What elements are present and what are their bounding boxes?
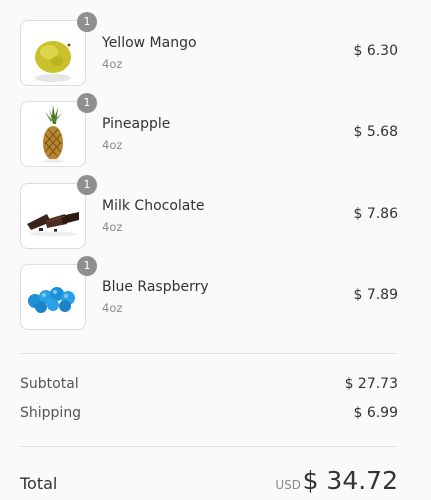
product-variant: 4oz: [102, 301, 123, 315]
product-price: $ 5.68: [353, 124, 398, 140]
chocolate-image: [27, 212, 79, 237]
divider: [20, 446, 398, 447]
product-variant: 4oz: [102, 138, 123, 152]
product-price: $ 6.30: [353, 43, 398, 59]
currency-code: USD: [275, 478, 301, 492]
line-item: 1 Yellow Mango 4oz $ 6.30: [20, 12, 398, 86]
product-thumbnail: [20, 20, 86, 86]
subtotal-value: $ 27.73: [344, 376, 398, 392]
total-row: Total USD $ 34.72: [20, 466, 398, 500]
product-price: $ 7.86: [353, 206, 398, 222]
quantity-badge: 1: [77, 175, 97, 195]
raspberry-image: [28, 287, 75, 313]
line-item: 1 Pineapple 4oz $ 5.68: [20, 93, 398, 167]
product-name: Pineapple: [102, 116, 171, 132]
product-name: Blue Raspberry: [102, 279, 209, 295]
total-value: $ 34.72: [302, 466, 398, 495]
shipping-label: Shipping: [20, 405, 82, 421]
quantity-badge: 1: [77, 12, 97, 32]
product-name: Milk Chocolate: [102, 198, 205, 214]
line-item: 1 Blue Raspberry 4oz $ 7.89: [20, 256, 398, 330]
product-thumbnail: [20, 101, 86, 167]
product-thumbnail: [20, 183, 86, 249]
subtotal-label: Subtotal: [20, 376, 79, 392]
subtotal-row: Subtotal $ 27.73: [20, 376, 398, 398]
divider: [20, 353, 398, 354]
shipping-row: Shipping $ 6.99: [20, 405, 398, 427]
total-label: Total: [20, 474, 58, 493]
product-name: Yellow Mango: [102, 35, 197, 51]
product-price: $ 7.89: [353, 287, 398, 303]
quantity-badge: 1: [77, 256, 97, 276]
product-variant: 4oz: [102, 57, 123, 71]
line-item: 1 Milk Chocolate 4oz $ 7.86: [20, 175, 398, 249]
product-variant: 4oz: [102, 220, 123, 234]
shipping-value: $ 6.99: [353, 405, 398, 421]
mango-image: [35, 41, 71, 82]
quantity-badge: 1: [77, 93, 97, 113]
pineapple-image: [42, 105, 64, 163]
product-thumbnail: [20, 264, 86, 330]
